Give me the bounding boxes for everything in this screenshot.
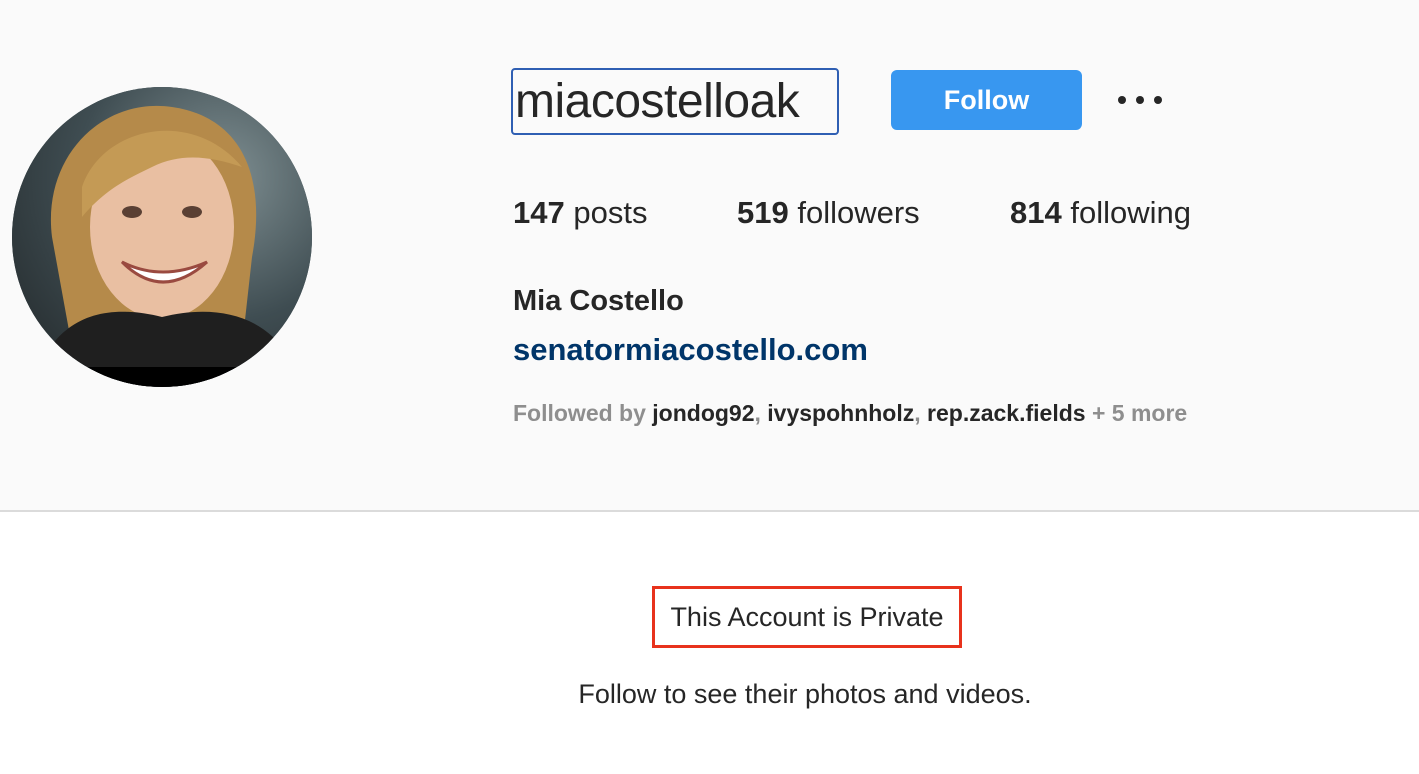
- follower-name[interactable]: rep.zack.fields: [927, 400, 1086, 426]
- followed-by-prefix: Followed by: [513, 400, 653, 426]
- private-account-title: This Account is Private: [652, 586, 962, 648]
- following-label: following: [1070, 195, 1191, 230]
- posts-count: 147 posts: [513, 193, 647, 233]
- posts-label: posts: [573, 195, 648, 230]
- avatar-photo: [12, 87, 312, 387]
- dot: [1154, 96, 1162, 104]
- follow-button[interactable]: Follow: [891, 70, 1082, 130]
- follower-name[interactable]: ivyspohnholz: [767, 400, 914, 426]
- profile-avatar[interactable]: [12, 87, 312, 387]
- more-options-icon[interactable]: [1116, 82, 1164, 118]
- full-name: Mia Costello: [513, 285, 684, 317]
- posts-number: 147: [513, 195, 565, 230]
- followers-number: 519: [737, 195, 789, 230]
- private-account-subtitle: Follow to see their photos and videos.: [578, 679, 1032, 709]
- followers-link[interactable]: 519 followers: [737, 193, 920, 233]
- follower-name[interactable]: jondog92: [652, 400, 754, 426]
- separator: ,: [754, 400, 768, 426]
- dot: [1136, 96, 1144, 104]
- followed-by-more[interactable]: + 5 more: [1086, 400, 1187, 426]
- separator: ,: [914, 400, 928, 426]
- profile-header: miacostelloak Follow 147 posts 519 follo…: [0, 0, 1419, 510]
- followers-label: followers: [797, 195, 920, 230]
- following-link[interactable]: 814 following: [1010, 193, 1191, 233]
- followed-by[interactable]: Followed by jondog92, ivyspohnholz, rep.…: [513, 398, 1187, 428]
- website-link[interactable]: senatormiacostello.com: [513, 330, 868, 370]
- dot: [1118, 96, 1126, 104]
- username-heading: miacostelloak: [511, 68, 839, 135]
- following-number: 814: [1010, 195, 1062, 230]
